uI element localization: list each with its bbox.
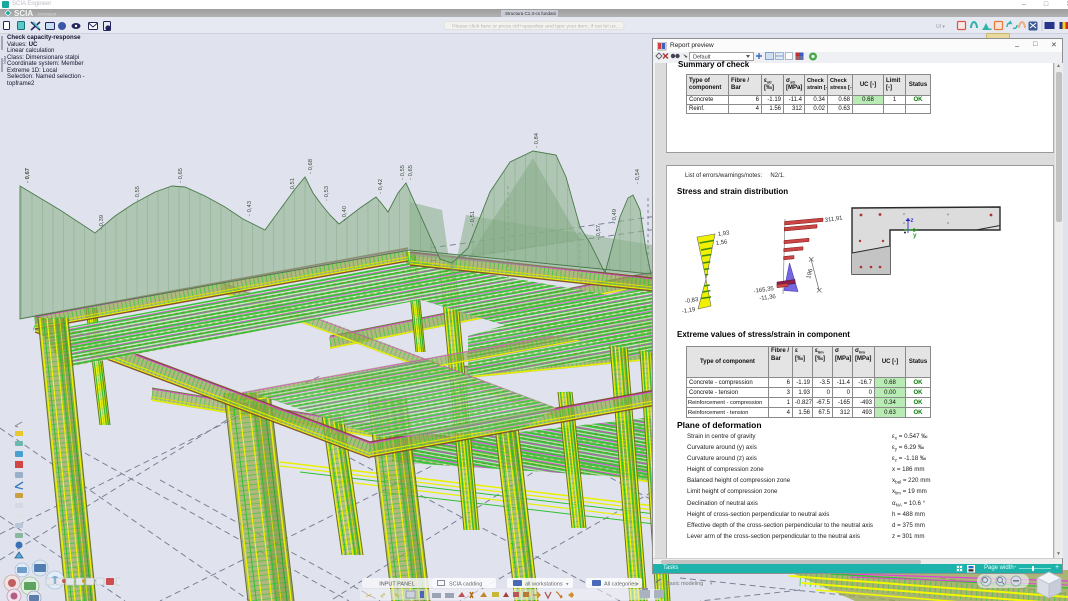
svg-text:All categories: All categories: [604, 582, 637, 588]
svg-text:INPUT PANEL: INPUT PANEL: [379, 582, 415, 588]
svg-text:-11,36: -11,36: [759, 294, 777, 302]
svg-text:- 0,68: - 0,68: [308, 158, 314, 174]
svg-text:✐: ✐: [380, 593, 386, 600]
svg-text:- 0,55: - 0,55: [135, 185, 141, 201]
svg-text:- 0,65: - 0,65: [408, 164, 414, 180]
svg-text:- 0,51: - 0,51: [290, 178, 296, 193]
svg-text:-0,83: -0,83: [684, 297, 699, 305]
svg-text:- 0,42: - 0,42: [378, 179, 384, 194]
svg-text:all workstations: all workstations: [525, 582, 563, 588]
svg-text:UI ▾: UI ▾: [936, 24, 945, 30]
svg-text:1,56: 1,56: [715, 239, 728, 247]
svg-text:- 0,57: - 0,57: [596, 225, 602, 240]
svg-text:SCIA cadding: SCIA cadding: [449, 582, 482, 588]
svg-text:Please click here or press ctr: Please click here or press ctrl+spacebar…: [452, 24, 620, 29]
svg-text:-165,35: -165,35: [753, 286, 775, 295]
svg-text:- 0,55: - 0,55: [400, 164, 406, 180]
svg-text:- 0,54: - 0,54: [635, 168, 641, 184]
svg-text:- 0,43: - 0,43: [247, 200, 253, 216]
svg-text:Basic modeling: Basic modeling: [666, 581, 703, 587]
svg-text:z: z: [911, 218, 914, 224]
svg-text:ENGINEER: ENGINEER: [38, 13, 57, 17]
svg-text:-1,19: -1,19: [681, 307, 696, 315]
svg-text:✂: ✂: [366, 593, 372, 600]
svg-text:- 0,65: - 0,65: [178, 167, 184, 183]
svg-text:311,91: 311,91: [824, 215, 843, 224]
svg-text:SCIA: SCIA: [14, 9, 33, 17]
svg-text:- 0,67: - 0,67: [25, 167, 31, 183]
svg-text:- 0,51: - 0,51: [470, 211, 476, 226]
svg-text:✎: ✎: [394, 593, 400, 600]
svg-text:- 0,49: - 0,49: [612, 209, 618, 224]
svg-text:- 0,40: - 0,40: [342, 205, 348, 221]
svg-text:- 0,39: - 0,39: [99, 215, 105, 230]
svg-text:▾: ▾: [710, 581, 713, 587]
svg-text:1,93: 1,93: [717, 230, 730, 238]
svg-text:- 0,53: - 0,53: [324, 185, 330, 201]
svg-text:y: y: [913, 232, 917, 239]
svg-text:- 0,84: - 0,84: [534, 132, 540, 148]
